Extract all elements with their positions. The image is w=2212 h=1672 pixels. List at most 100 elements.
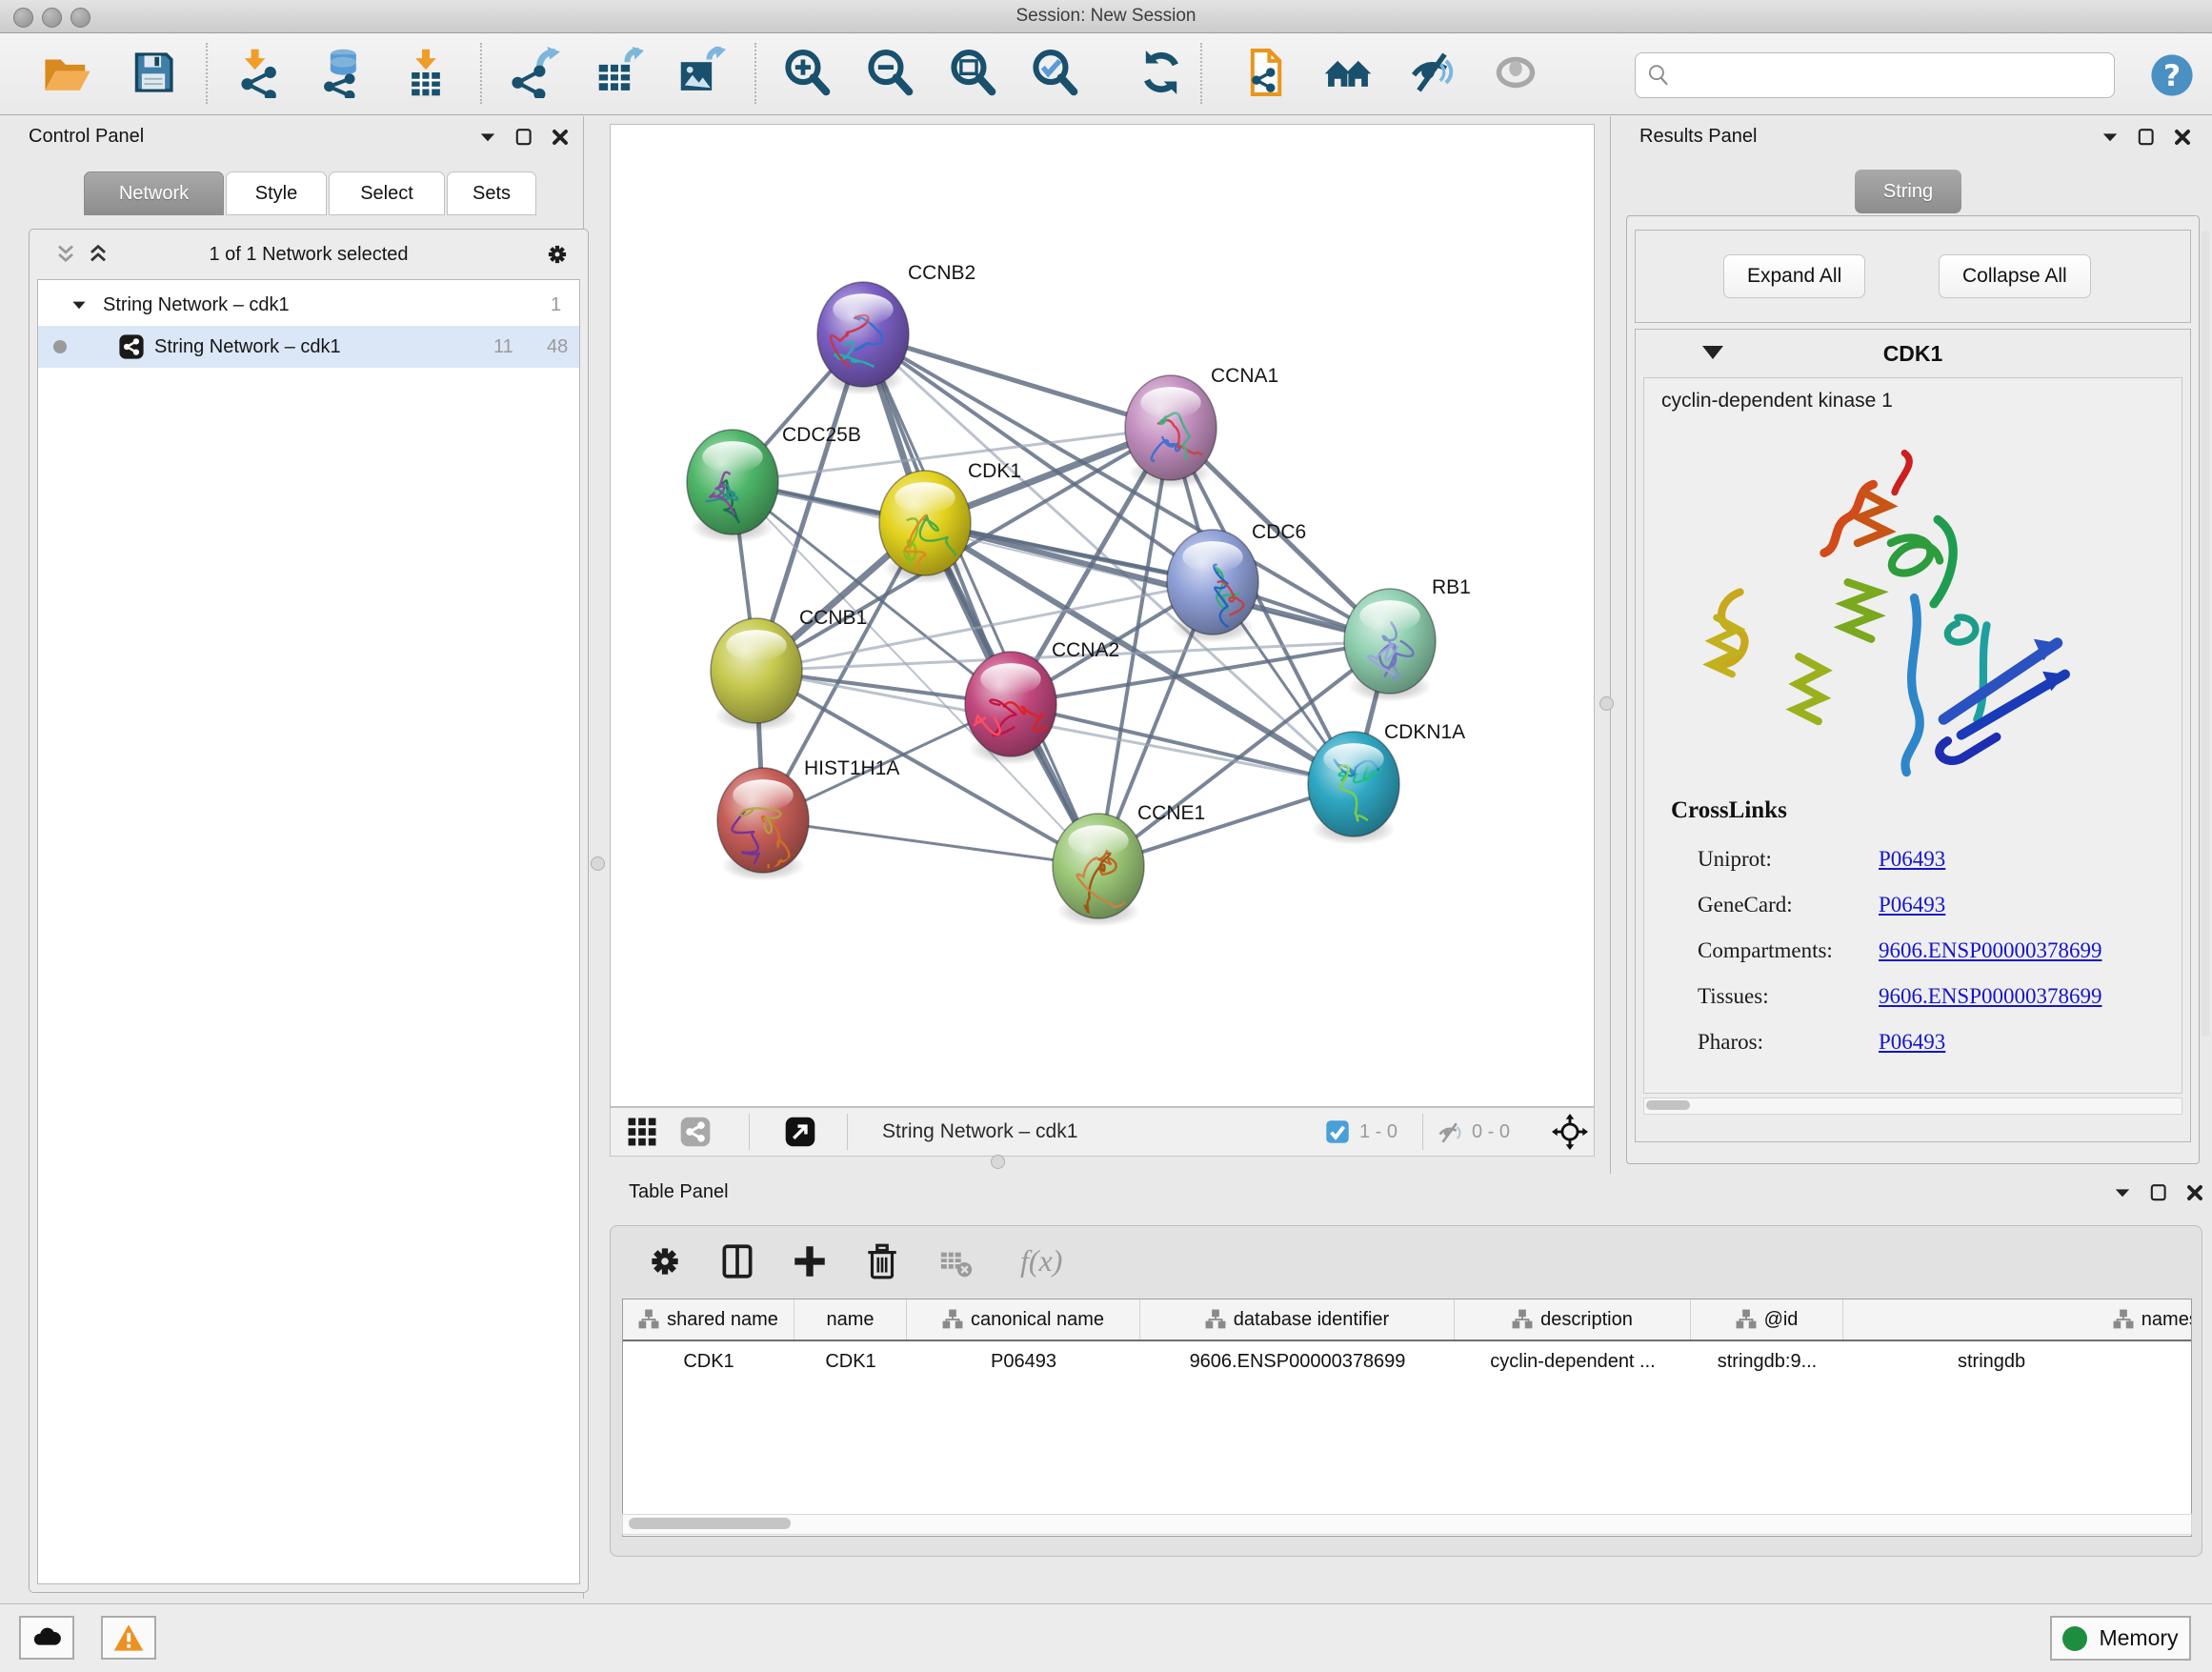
show-hidden-button[interactable] (1488, 46, 1543, 101)
float-panel-icon[interactable] (513, 126, 535, 149)
right-splitter-handle[interactable] (1599, 696, 1614, 711)
node-CDK1[interactable]: CDK1 (879, 460, 1021, 584)
import-table-icon (400, 47, 452, 98)
column-header-namespace[interactable]: namespace (1843, 1299, 2192, 1340)
cell-database-identifier[interactable]: 9606.ENSP00000378699 (1140, 1341, 1455, 1381)
float-panel-icon[interactable] (2135, 126, 2158, 149)
close-panel-icon[interactable] (2183, 1181, 2206, 1204)
column-header-canonical-name[interactable]: canonical name (907, 1299, 1140, 1340)
export-table-button[interactable] (591, 46, 646, 101)
grid-view-icon[interactable] (626, 1116, 658, 1148)
home-button[interactable] (1320, 46, 1376, 101)
network-collection-row[interactable]: String Network – cdk1 1 (38, 284, 579, 326)
column-header-description[interactable]: description (1455, 1299, 1691, 1340)
results-vertical-scrollbar[interactable] (2202, 231, 2209, 1037)
collapse-all-button[interactable]: Collapse All (1939, 254, 2091, 298)
selected-checkbox-icon[interactable] (1325, 1119, 1350, 1144)
string-view-icon[interactable] (679, 1116, 712, 1148)
node-CCNB2[interactable]: CCNB2 (817, 262, 975, 395)
collection-expander-icon[interactable] (69, 284, 90, 326)
column-header-database-identifier[interactable]: database identifier (1140, 1299, 1455, 1340)
zoom-in-button[interactable] (779, 46, 835, 101)
panel-menu-icon[interactable] (476, 126, 499, 149)
node-RB1[interactable]: RB1 (1344, 576, 1471, 702)
help-button[interactable]: ? (2149, 52, 2195, 98)
edge-CCNA2-CDKN1A[interactable] (1011, 704, 1354, 784)
crosslink-link[interactable]: P06493 (1879, 847, 1945, 872)
edge-CCNB2-CCNE1[interactable] (863, 334, 1098, 866)
hide-selected-button[interactable] (1404, 46, 1459, 101)
show-columns-icon[interactable] (717, 1241, 757, 1281)
close-panel-icon[interactable] (549, 126, 572, 149)
crosslinks-title: CrossLinks (1671, 797, 1787, 824)
import-network-file-button[interactable] (232, 46, 288, 101)
crosslink-link[interactable]: P06493 (1879, 893, 1945, 917)
save-session-button[interactable] (126, 46, 181, 101)
crosslink-link[interactable]: 9606.ENSP00000378699 (1879, 938, 2102, 963)
tab-network[interactable]: Network (84, 171, 224, 215)
table-horizontal-scrollbar[interactable] (622, 1514, 2192, 1535)
create-column-plus-icon[interactable] (790, 1241, 830, 1281)
cell-name[interactable]: CDK1 (794, 1341, 907, 1381)
crosslink-link[interactable]: 9606.ENSP00000378699 (1879, 984, 2102, 1009)
search-field[interactable] (1635, 52, 2115, 98)
cell-description[interactable]: cyclin-dependent ... (1455, 1341, 1691, 1381)
warnings-button[interactable] (101, 1616, 156, 1660)
bottom-splitter-handle[interactable] (991, 1155, 1005, 1169)
tab-string[interactable]: String (1855, 170, 1961, 213)
cell-namespace[interactable]: stringdb (1843, 1341, 2192, 1381)
node-CCNA1[interactable]: CCNA1 (1125, 365, 1278, 489)
results-horizontal-scrollbar[interactable] (1643, 1098, 2182, 1115)
cell-shared-name[interactable]: CDK1 (623, 1341, 794, 1381)
node-CDKN1A[interactable]: CDKN1A (1308, 721, 1465, 845)
column-header--id[interactable]: @id (1691, 1299, 1843, 1340)
import-network-database-button[interactable] (314, 46, 370, 101)
network-options-gear-icon[interactable] (544, 241, 571, 268)
edge-HIST1H1A-CCNE1[interactable] (763, 820, 1098, 866)
export-network-button[interactable] (507, 46, 562, 101)
column-header-shared-name[interactable]: shared name (623, 1299, 794, 1340)
node-table[interactable]: shared namenamecanonical namedatabase id… (622, 1299, 2192, 1537)
memory-button[interactable]: Memory (2050, 1616, 2191, 1661)
apply-layout-button[interactable] (1134, 46, 1189, 101)
import-table-button[interactable] (398, 46, 453, 101)
zoom-out-button[interactable] (862, 46, 917, 101)
delete-column-trash-icon[interactable] (862, 1241, 902, 1281)
open-session-button[interactable] (38, 46, 93, 101)
panel-menu-icon[interactable] (2111, 1181, 2134, 1204)
cloud-status-button[interactable] (19, 1616, 74, 1660)
table-options-gear-icon[interactable] (645, 1241, 685, 1281)
toolbar-separator (1200, 43, 1202, 104)
gene-section: CDK1 cyclin-dependent kinase 1 (1635, 329, 2191, 1142)
birdseye-crosshair-icon[interactable] (1552, 1114, 1588, 1150)
clone-network-button[interactable] (1237, 46, 1292, 101)
panel-menu-icon[interactable] (2099, 126, 2122, 149)
column-header-name[interactable]: name (794, 1299, 907, 1340)
tab-sets[interactable]: Sets (447, 171, 536, 215)
expand-all-button[interactable]: Expand All (1723, 254, 1865, 298)
cell--id[interactable]: stringdb:9... (1691, 1341, 1843, 1381)
detach-view-icon[interactable] (784, 1116, 816, 1148)
memory-label: Memory (2099, 1625, 2178, 1651)
zoom-selected-button[interactable] (1027, 46, 1082, 101)
node-CDC25B[interactable]: CDC25B (687, 424, 861, 543)
cell-canonical-name[interactable]: P06493 (907, 1341, 1140, 1381)
search-input[interactable] (1672, 56, 2114, 94)
network-row-selected[interactable]: String Network – cdk1 11 48 (38, 326, 579, 368)
zoom-fit-button[interactable] (945, 46, 1000, 101)
gene-section-header[interactable]: CDK1 (1636, 330, 2190, 377)
window-title: Session: New Session (0, 0, 2212, 32)
network-canvas[interactable]: CCNB2CCNA1CDC25BCDK1CDC6RB1CCNB1CCNA2CDK… (610, 124, 1595, 1107)
export-image-button[interactable] (673, 46, 728, 101)
tab-style[interactable]: Style (226, 171, 327, 215)
close-panel-icon[interactable] (2171, 126, 2194, 149)
crosslink-link[interactable]: P06493 (1879, 1030, 1945, 1055)
table-row[interactable]: CDK1CDK1P064939606.ENSP00000378699cyclin… (623, 1341, 2192, 1381)
tab-select[interactable]: Select (329, 171, 445, 215)
float-panel-icon[interactable] (2147, 1181, 2170, 1204)
node-HIST1H1A[interactable]: HIST1H1A (717, 757, 899, 881)
edge-CCNB2-CCNA1[interactable] (863, 334, 1171, 428)
node-CCNE1[interactable]: CCNE1 (1053, 802, 1205, 927)
folder-icon (40, 47, 91, 98)
left-splitter-handle[interactable] (591, 856, 605, 871)
